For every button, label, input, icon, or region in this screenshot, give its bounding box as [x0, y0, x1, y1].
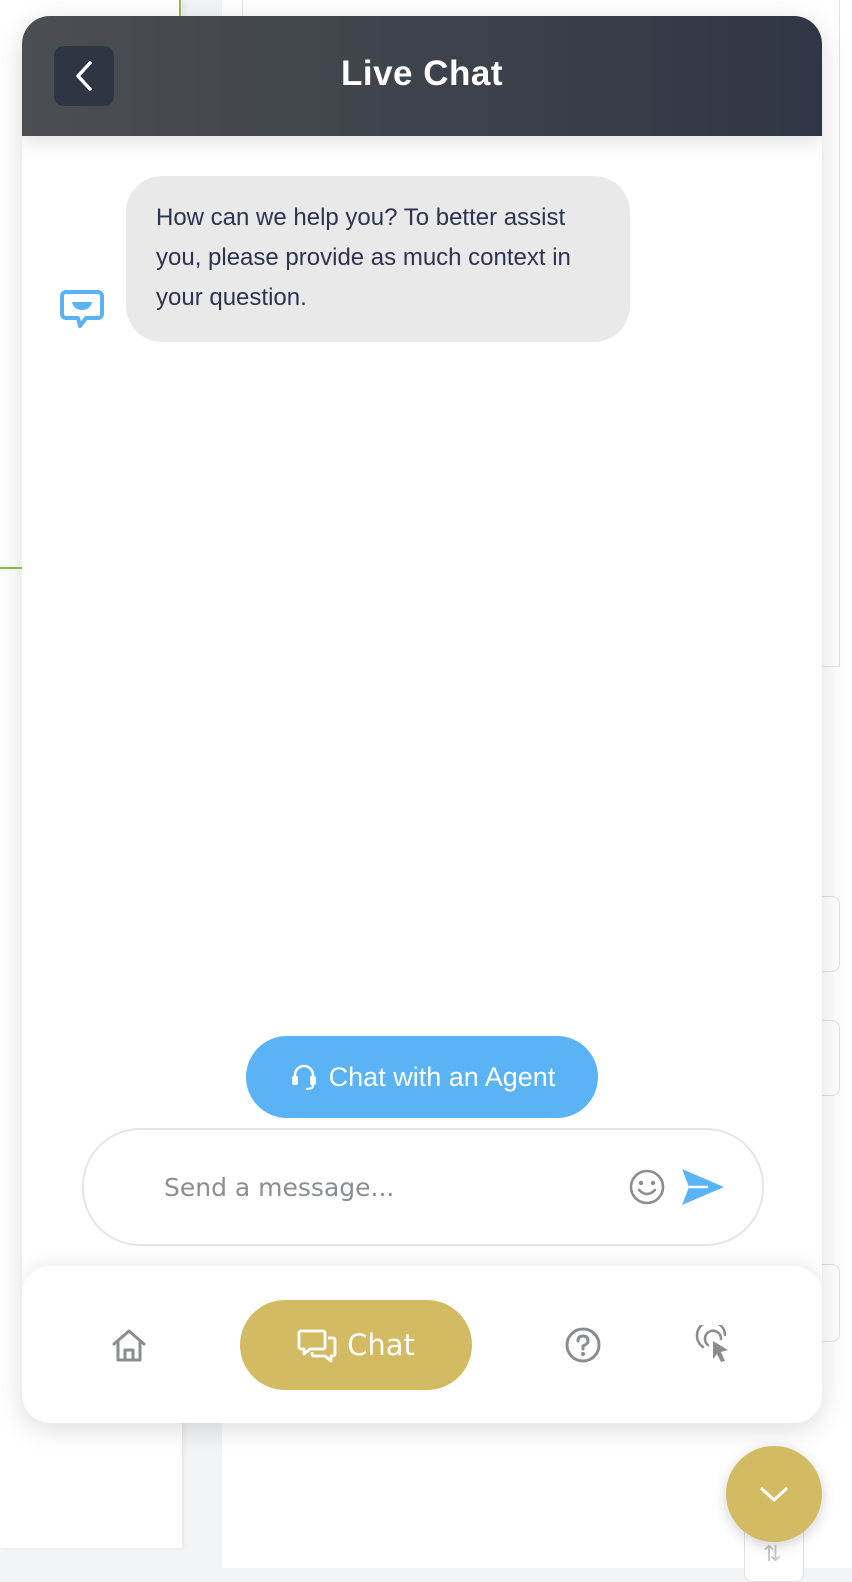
- chevron-down-icon: [760, 1487, 788, 1502]
- chat-with-agent-button[interactable]: Chat with an Agent: [246, 1036, 598, 1118]
- message-composer: [82, 1128, 764, 1246]
- pointer-click-icon: [695, 1325, 728, 1362]
- emoji-icon[interactable]: [628, 1168, 666, 1206]
- message-input[interactable]: [162, 1160, 606, 1214]
- message-list: How can we help you? To better assist yo…: [22, 136, 822, 1016]
- bot-avatar-icon: [60, 290, 104, 328]
- chat-title: Live Chat: [340, 54, 504, 93]
- bot-message-bubble: How can we help you? To better assist yo…: [126, 176, 630, 342]
- send-icon[interactable]: [680, 1166, 726, 1208]
- nav-chat[interactable]: Chat: [240, 1300, 472, 1390]
- nav-pointer[interactable]: [688, 1300, 742, 1390]
- chat-bubbles-icon: [297, 1329, 337, 1363]
- chat-header: Live Chat: [22, 16, 822, 136]
- help-icon: [565, 1327, 601, 1363]
- sort-icon: ⇅: [763, 1541, 782, 1566]
- background-accent-line: [0, 567, 22, 569]
- chat-widget: Live Chat How can we help you? To better…: [22, 16, 822, 1423]
- nav-chat-label: Chat: [347, 1328, 415, 1362]
- background-accent-line: [179, 0, 181, 16]
- minimize-chat-button[interactable]: [726, 1446, 822, 1542]
- agent-button-label: Chat with an Agent: [328, 1061, 556, 1092]
- headset-icon: [291, 1064, 316, 1091]
- nav-help[interactable]: [556, 1300, 610, 1390]
- bottom-navigation: Chat: [22, 1266, 822, 1423]
- nav-home[interactable]: [102, 1300, 156, 1390]
- home-icon: [112, 1329, 146, 1362]
